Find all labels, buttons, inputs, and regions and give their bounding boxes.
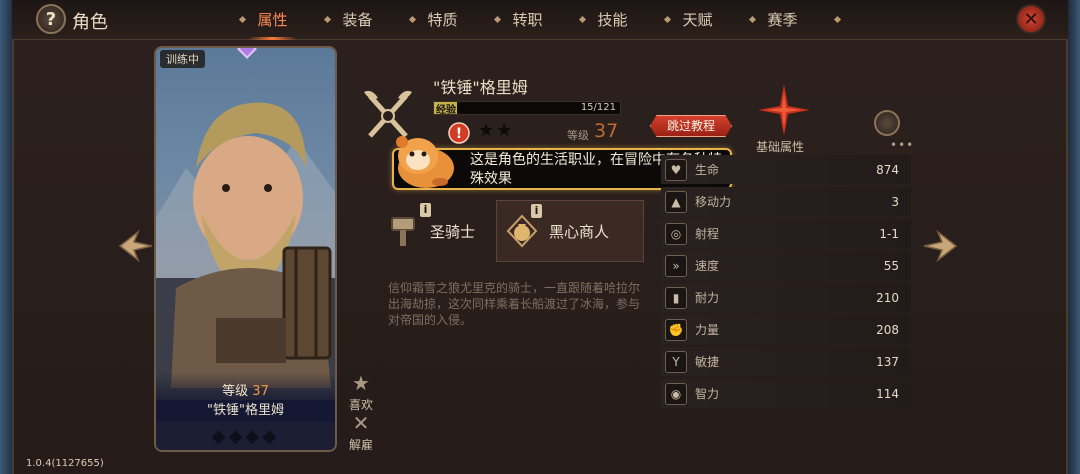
skip-tutorial-button[interactable]: 跳过教程 [650,115,732,137]
favorite-button[interactable]: ★ 喜欢 [347,372,375,413]
target-icon: ◎ [665,222,687,245]
strength-icon: ✊ [665,318,687,341]
job-info-icon[interactable]: i [420,203,431,217]
stat-value: 210 [876,290,899,305]
hero-description: 信仰霜雪之狼尤里克的骑士，一直跟随着哈拉尔出海劫掠，这次同样乘着长船渡过了冰海，… [388,281,641,327]
stat-name: 智力 [695,387,720,401]
stat-row-strength: ✊ 力量 208 [661,315,911,344]
compass-star-icon [758,84,810,136]
dismiss-label: 解雇 [348,438,373,452]
card-level: 等级 37 [156,380,335,399]
money-bag-icon [506,214,538,248]
tab-label: 特质 [427,11,458,29]
experience-label: 经验 [436,105,456,116]
card-star-slots: ◆◆◆◆ [211,426,280,447]
training-status-tag: 训练中 [160,50,205,68]
card-level-value: 37 [252,384,269,399]
help-icon[interactable]: ? [36,4,66,34]
swap-view-icon[interactable] [874,110,900,136]
world-edge-right [1068,0,1080,474]
stat-value: 874 [876,162,899,177]
page-title: 角色 [72,12,108,33]
close-button[interactable]: ✕ [1016,4,1046,34]
tab-label: 转职 [512,11,543,29]
experience-bar: 经验 15/121 [433,101,621,116]
alert-icon: ! [448,122,470,144]
card-level-label: 等级 [222,384,249,399]
stat-name: 耐力 [695,291,720,305]
version-label: 1.0.4(1127655) [26,458,104,469]
stat-row-range: ◎ 射程 1-1 [661,219,911,248]
stat-name: 生命 [695,163,720,177]
job-label: 黑心商人 [549,222,610,241]
tab-label: 属性 [257,11,288,29]
tab-label: 装备 [342,11,373,29]
dismiss-x-icon: ✕ [352,411,370,435]
base-attributes-title: 基础属性 [756,140,805,154]
stat-value: 1-1 [879,226,899,241]
stat-row-intellect: ◉ 智力 114 [661,379,911,408]
boot-icon: ▲ [665,190,687,213]
next-character-arrow-icon[interactable] [922,228,958,264]
stat-name: 移动力 [695,195,732,209]
stat-value: 137 [876,354,899,369]
job-option-paladin[interactable]: 圣骑士 i [378,200,496,262]
more-options-icon[interactable]: ••• [890,138,914,152]
tab-label: 技能 [597,11,628,29]
stat-name: 射程 [695,227,720,241]
job-option-black-merchant[interactable]: 黑心商人 i [496,200,644,262]
stat-value: 3 [891,194,899,209]
card-hero-name: "铁锤"格里姆 [156,400,335,422]
hammer-icon [391,217,415,246]
hero-level-label: 等级 [567,129,589,142]
stat-row-hp: ♥ 生命 874 [661,155,911,184]
stat-row-speed: » 速度 55 [661,251,911,280]
tab-label: 天赋 [682,11,713,29]
stat-row-agility: Y 敏捷 137 [661,347,911,376]
agility-icon: Y [665,350,687,373]
dismiss-button[interactable]: ✕ 解雇 [347,412,375,453]
stat-name: 敏捷 [695,355,720,369]
stat-list: ♥ 生命 874 ▲ 移动力 3 ◎ 射程 1-1 » 速度 55 ▮ 耐力 2… [661,155,911,411]
hero-level-value: 37 [594,120,619,142]
speed-icon: » [665,254,687,277]
favorite-label: 喜欢 [348,398,373,412]
stat-row-stamina: ▮ 耐力 210 [661,283,911,312]
stat-value: 114 [876,386,899,401]
stat-value: 55 [883,258,899,273]
experience-value: 15/121 [580,102,616,113]
close-icon: ✕ [1023,8,1039,30]
stat-name: 速度 [695,259,720,273]
stat-name: 力量 [695,323,720,337]
rank-stars: ★★ [478,120,515,141]
stamina-icon: ▮ [665,286,687,309]
alert-glyph: ! [456,126,462,142]
character-card[interactable]: 训练中 等级 37 "铁锤"格里姆 ◆◆◆◆ [154,46,337,452]
star-icon: ★ [352,371,370,395]
hero-name: "铁锤"格里姆 [433,78,528,97]
heart-icon: ♥ [665,158,687,181]
stat-value: 208 [876,322,899,337]
previous-character-arrow-icon[interactable] [118,228,154,264]
life-job-selector: 圣骑士 i 黑心商人 i [378,200,644,262]
job-info-icon[interactable]: i [531,204,542,218]
stat-row-movement: ▲ 移动力 3 [661,187,911,216]
intellect-icon: ◉ [665,382,687,405]
tab-label: 赛季 [767,11,798,29]
job-label: 圣骑士 [430,222,476,241]
tab-bar: 属性 装备 特质 转职 技能 天赋 赛季 [230,0,825,40]
